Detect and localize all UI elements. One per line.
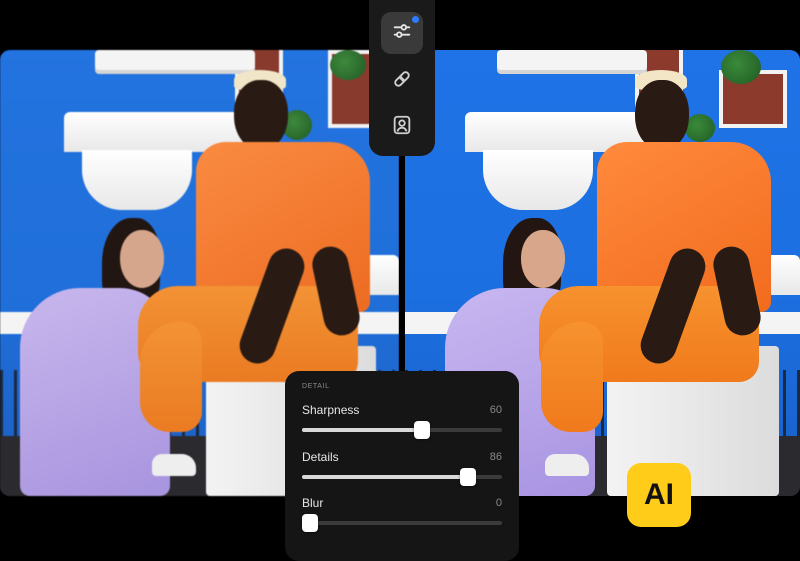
tool-palette <box>369 0 435 156</box>
shoe <box>545 454 589 476</box>
cornice <box>497 50 647 70</box>
slider-value: 86 <box>489 451 502 463</box>
balcony-bracket <box>82 150 192 210</box>
slider-fill <box>302 475 468 479</box>
slider-value: 0 <box>495 497 502 509</box>
slider-label: Blur <box>302 496 324 510</box>
notification-dot <box>412 16 419 23</box>
balcony-bracket <box>483 150 593 210</box>
slider-value: 60 <box>489 404 502 416</box>
portrait-icon <box>391 114 413 141</box>
detail-panel: DETAIL Sharpness 60 Details 86 Blur 0 <box>285 371 519 561</box>
man-leg <box>541 322 603 432</box>
woman-face <box>120 230 164 288</box>
blur-slider[interactable] <box>302 514 502 532</box>
slider-thumb[interactable] <box>460 468 476 486</box>
plant <box>330 50 366 80</box>
portrait-tool-button[interactable] <box>381 106 423 148</box>
sliders-icon <box>391 20 413 47</box>
panel-title: DETAIL <box>302 383 330 390</box>
plant <box>721 50 761 84</box>
heal-tool-button[interactable] <box>381 60 423 102</box>
bandage-icon <box>391 68 413 95</box>
details-slider[interactable] <box>302 468 502 486</box>
sharpness-slider[interactable] <box>302 421 502 439</box>
ai-badge: AI <box>627 463 691 527</box>
man-face <box>234 80 288 150</box>
ai-badge-label: AI <box>644 478 674 511</box>
plant <box>685 114 715 142</box>
adjust-tool-button[interactable] <box>381 12 423 54</box>
man-face <box>635 80 689 150</box>
man-leg <box>140 322 202 432</box>
slider-thumb[interactable] <box>414 421 430 439</box>
slider-label: Sharpness <box>302 403 360 417</box>
slider-thumb[interactable] <box>302 514 318 532</box>
slider-fill <box>302 428 422 432</box>
cornice <box>95 50 255 70</box>
slider-label: Details <box>302 450 339 464</box>
shoe <box>152 454 196 476</box>
woman-face <box>521 230 565 288</box>
